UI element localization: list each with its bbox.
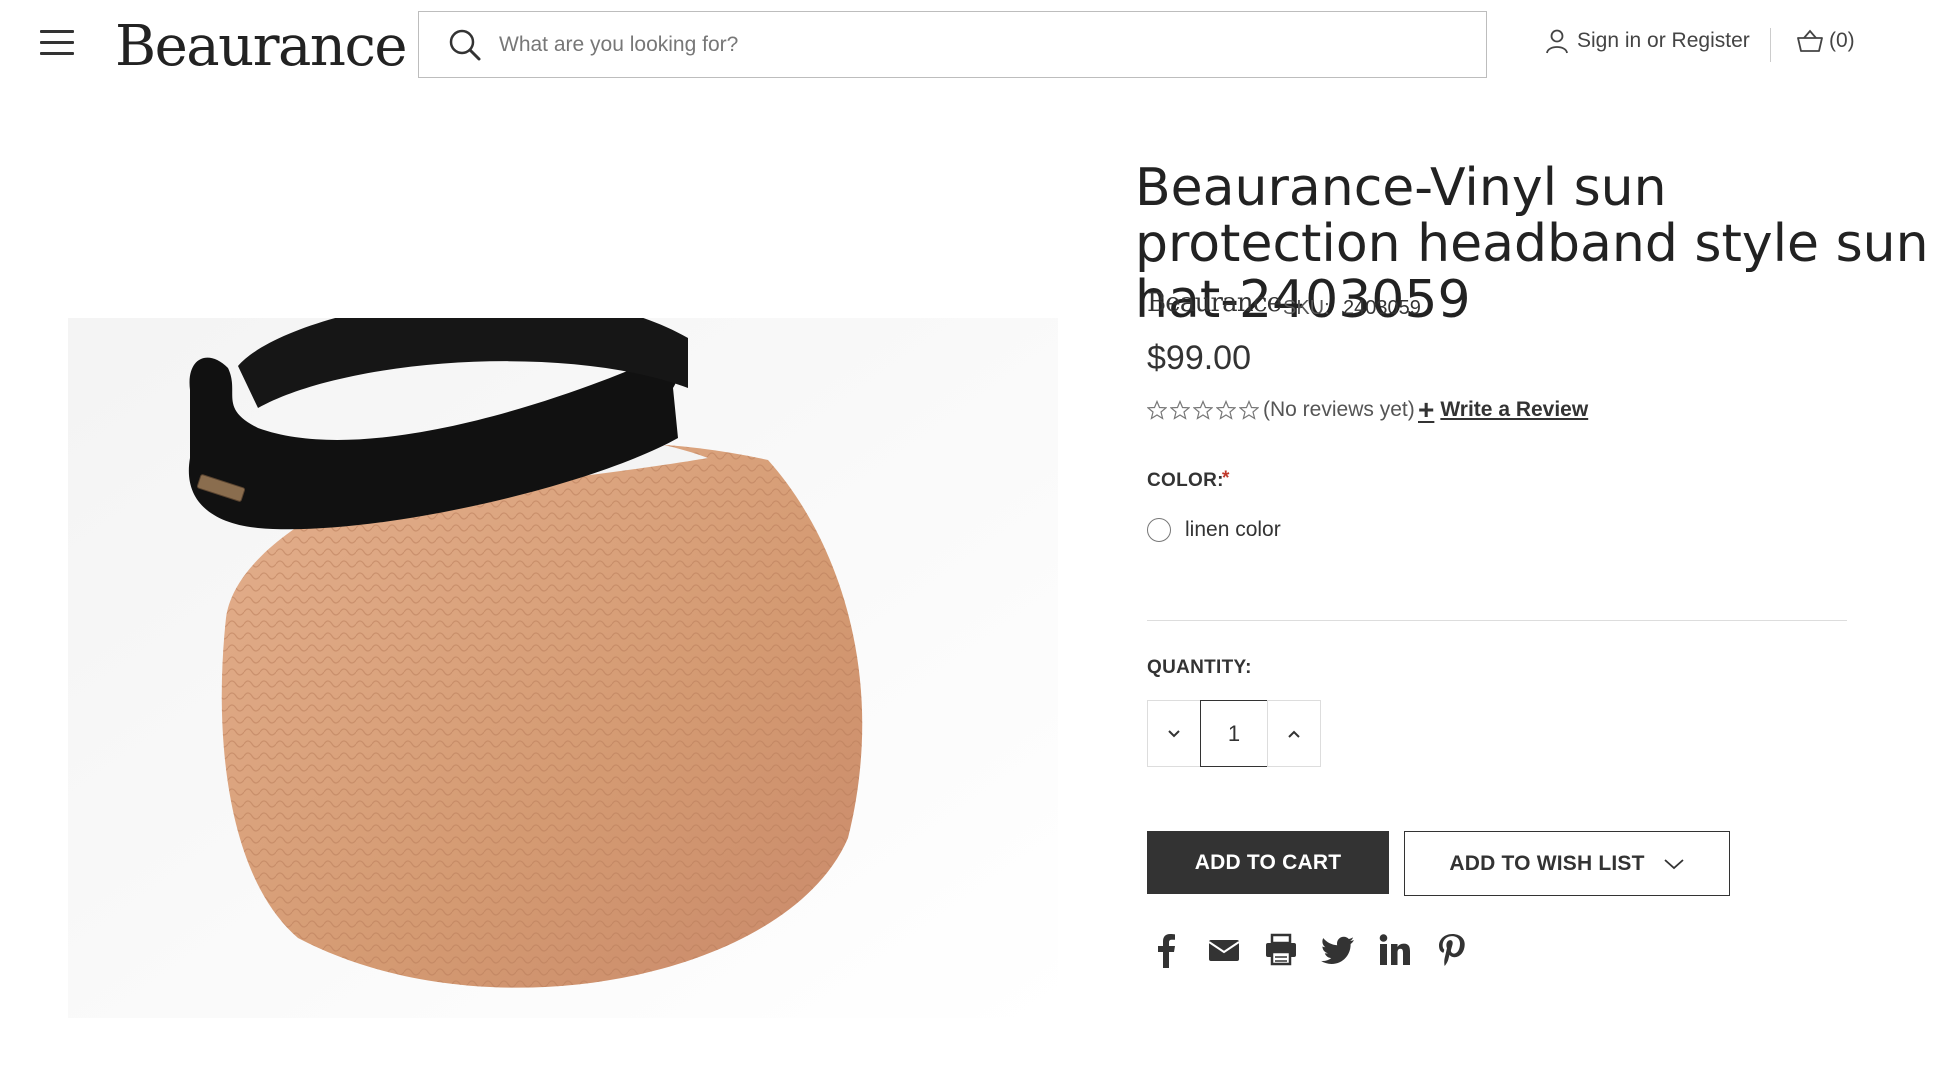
account-link[interactable]: Sign in or Register <box>1545 28 1750 54</box>
price: $99.00 <box>1147 339 1251 377</box>
share-icons <box>1147 930 1489 970</box>
email-icon[interactable] <box>1204 930 1244 970</box>
rating-stars <box>1147 400 1259 420</box>
search-bar[interactable] <box>418 11 1487 78</box>
quantity-decrease-button[interactable] <box>1147 700 1201 767</box>
quantity-input[interactable] <box>1200 700 1268 767</box>
add-to-cart-button[interactable]: ADD TO CART <box>1147 831 1389 894</box>
required-mark: * <box>1222 468 1230 489</box>
brand-link[interactable]: Beaurance <box>1147 288 1282 318</box>
search-input[interactable] <box>497 31 1486 58</box>
chevron-down-icon <box>1168 729 1180 737</box>
sku-value: 2403059 <box>1343 297 1421 319</box>
cart-count[interactable]: (0) <box>1829 29 1855 53</box>
write-review-label[interactable]: Write a Review <box>1440 398 1588 422</box>
star-empty-icon <box>1239 400 1259 420</box>
product-image <box>68 318 1058 1018</box>
pinterest-icon[interactable] <box>1432 930 1472 970</box>
star-empty-icon <box>1170 400 1190 420</box>
site-logo[interactable]: Beaurance <box>115 14 407 79</box>
linkedin-icon[interactable] <box>1375 930 1415 970</box>
chevron-down-icon <box>1664 858 1684 869</box>
user-icon <box>1546 29 1568 54</box>
add-to-wishlist-button[interactable]: ADD TO WISH LIST <box>1404 831 1730 896</box>
search-icon[interactable] <box>445 25 485 65</box>
quantity-increase-button[interactable] <box>1267 700 1321 767</box>
header-divider <box>1770 28 1771 62</box>
account-label[interactable]: Sign in or Register <box>1577 29 1750 53</box>
sku-label: SKU: <box>1283 297 1330 319</box>
reviews-count: (No reviews yet) <box>1263 398 1415 421</box>
star-empty-icon <box>1216 400 1236 420</box>
color-option-label[interactable]: linen color <box>1185 518 1281 542</box>
add-to-wishlist-label: ADD TO WISH LIST <box>1449 851 1645 875</box>
print-icon[interactable] <box>1261 930 1301 970</box>
quantity-label: QUANTITY: <box>1147 657 1252 678</box>
menu-icon[interactable] <box>40 30 74 56</box>
divider <box>1147 620 1847 621</box>
plus-icon: + <box>1418 394 1435 425</box>
chevron-up-icon <box>1288 730 1300 738</box>
cart-link[interactable]: (0) <box>1795 28 1855 54</box>
facebook-icon[interactable] <box>1147 930 1187 970</box>
star-empty-icon <box>1193 400 1213 420</box>
basket-icon <box>1797 29 1823 52</box>
star-empty-icon <box>1147 400 1167 420</box>
color-radio[interactable] <box>1147 518 1171 542</box>
color-label: COLOR: <box>1147 470 1224 491</box>
twitter-icon[interactable] <box>1318 930 1358 970</box>
write-review-link[interactable]: + Write a Review <box>1418 394 1588 425</box>
